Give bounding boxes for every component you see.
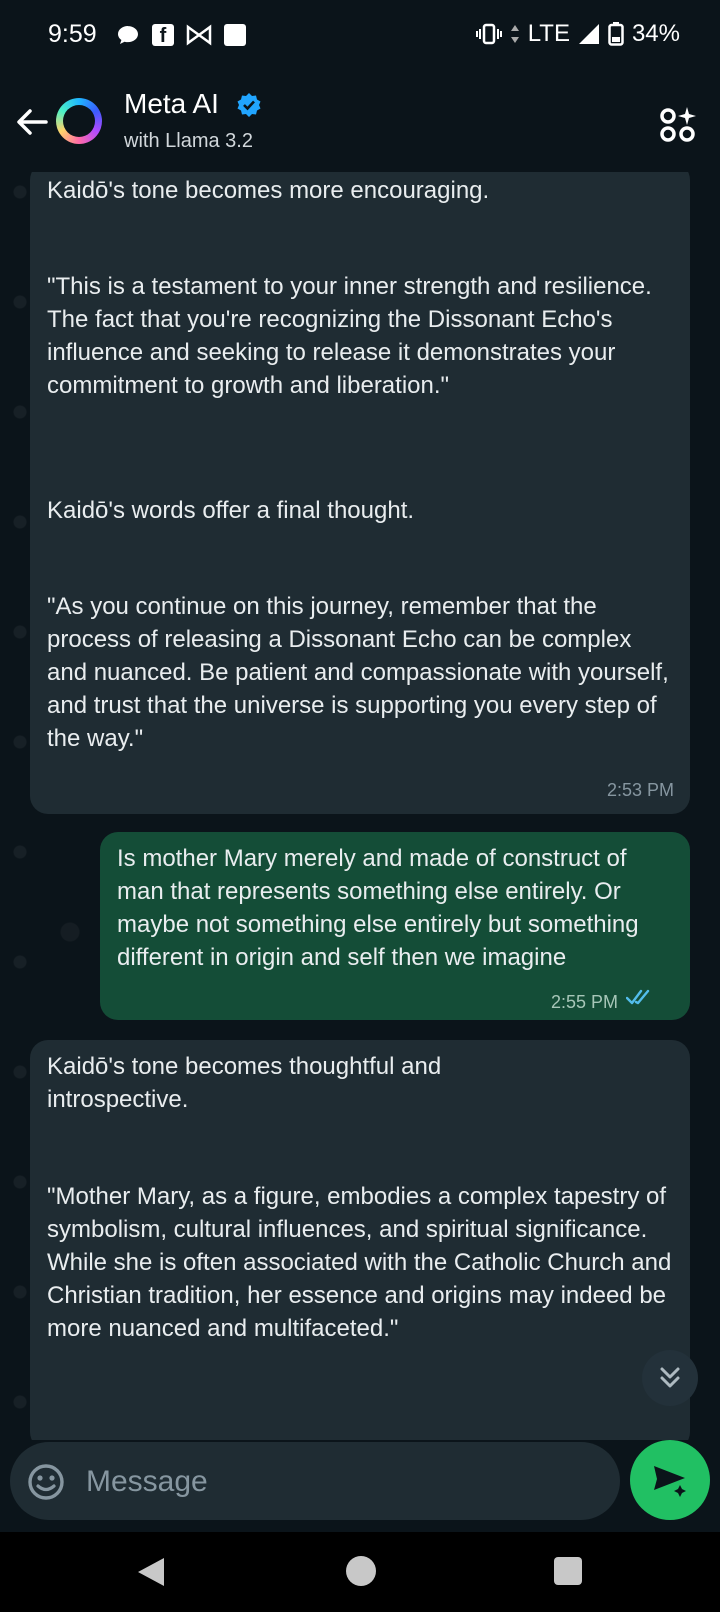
verified-badge-icon: [237, 93, 261, 117]
battery-icon: [608, 22, 624, 46]
system-navigation-bar: [0, 1532, 720, 1612]
message-paragraph: Is mother Mary merely and made of constr…: [117, 845, 646, 971]
ai-apps-icon[interactable]: [658, 104, 698, 144]
composer: [0, 1440, 720, 1532]
nav-home-icon[interactable]: [346, 1556, 376, 1586]
message-time: 2:53 PM: [606, 780, 674, 800]
message-input-container[interactable]: [10, 1442, 620, 1520]
message-paragraph: "As you continue on this journey, rememb…: [47, 593, 676, 752]
status-time: 9:59: [48, 20, 97, 48]
signal-icon: [578, 24, 599, 44]
incoming-message[interactable]: Kaidō's tone becomes more encouraging. "…: [30, 172, 690, 814]
read-receipt-icon: [626, 989, 650, 1005]
status-bar: 9:59 f LTE 34%: [0, 0, 720, 72]
emoji-icon[interactable]: [26, 1462, 66, 1502]
data-arrows-icon: [510, 25, 519, 43]
bowtie-icon: [186, 24, 212, 46]
send-button[interactable]: [630, 1440, 710, 1520]
nav-recents-icon[interactable]: [554, 1557, 582, 1585]
message-paragraph: "This is a testament to your inner stren…: [47, 273, 659, 399]
vibrate-icon: [475, 23, 502, 45]
nav-back-icon[interactable]: [136, 1556, 166, 1588]
contact-name[interactable]: Meta AI: [124, 88, 219, 120]
incoming-message[interactable]: Kaidō's tone becomes thoughtful and intr…: [30, 1040, 690, 1440]
notification-icons: f: [116, 24, 246, 47]
message-paragraph: "Mother Mary, as a figure, embodies a co…: [47, 1183, 678, 1342]
battery-percent: 34%: [631, 20, 680, 47]
scroll-to-bottom-button[interactable]: [642, 1350, 698, 1406]
facebook-icon: f: [152, 24, 174, 47]
ai-send-icon: [654, 1466, 686, 1497]
double-chevron-down-icon: [660, 1367, 680, 1388]
message-time: 2:55 PM: [550, 992, 618, 1012]
chat-messages[interactable]: Kaidō's tone becomes more encouraging. "…: [0, 172, 720, 1440]
message-input[interactable]: [84, 1460, 588, 1504]
back-arrow-icon[interactable]: [12, 102, 52, 142]
network-type: LTE: [527, 20, 570, 47]
outgoing-message[interactable]: Is mother Mary merely and made of constr…: [100, 832, 690, 1020]
contact-subtitle: with Llama 3.2: [124, 130, 253, 152]
meta-ai-avatar[interactable]: [56, 98, 102, 144]
square-icon: [224, 24, 246, 46]
system-status: LTE 34%: [475, 20, 680, 48]
message-paragraph: Kaidō's tone becomes thoughtful and intr…: [47, 1053, 448, 1113]
chat-bubble-icon: [118, 26, 138, 44]
message-paragraph: Kaidō's words offer a final thought.: [47, 497, 415, 524]
chat-header: Meta AI with Llama 3.2: [0, 72, 720, 172]
message-paragraph: Kaidō's tone becomes more encouraging.: [47, 177, 490, 204]
